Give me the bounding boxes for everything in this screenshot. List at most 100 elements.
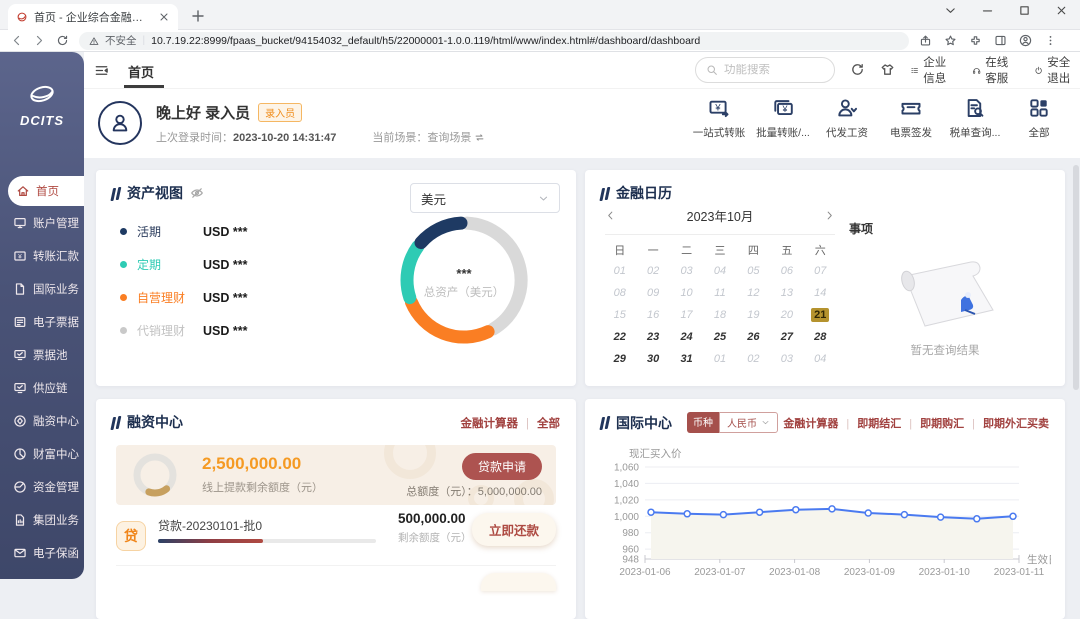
- function-search[interactable]: [695, 57, 835, 83]
- calendar-day[interactable]: 03: [670, 262, 703, 279]
- window-minimize-button[interactable]: [981, 4, 994, 17]
- calendar-day[interactable]: 06: [770, 262, 803, 279]
- calendar-day[interactable]: 30: [636, 350, 669, 367]
- window-close-button[interactable]: [1055, 4, 1068, 17]
- address-bar[interactable]: 不安全 | 10.7.19.22:8999/fpaas_bucket/94154…: [79, 32, 909, 50]
- quick-action[interactable]: 电票签发: [882, 97, 940, 140]
- sidebar-item[interactable]: 集团业务: [0, 503, 84, 536]
- bookmark-star-icon[interactable]: [944, 34, 957, 47]
- share-icon[interactable]: [919, 34, 932, 47]
- profile-avatar-icon[interactable]: [1019, 34, 1032, 47]
- menu-fold-icon[interactable]: [94, 63, 109, 78]
- calendar-day[interactable]: 03: [770, 350, 803, 367]
- content-scrollbar[interactable]: [1073, 165, 1079, 390]
- header-link[interactable]: 在线客服: [972, 54, 1018, 86]
- calendar-day[interactable]: 04: [804, 350, 837, 367]
- sidebar-item[interactable]: 首页: [8, 176, 84, 206]
- sidebar-item[interactable]: 供应链: [0, 371, 84, 404]
- calendar-day[interactable]: 02: [737, 350, 770, 367]
- theme-skin-icon[interactable]: [880, 62, 895, 77]
- sidebar-item[interactable]: 票据池: [0, 338, 84, 371]
- next-row-button-partial[interactable]: [481, 573, 556, 591]
- calendar-day[interactable]: 24: [670, 328, 703, 345]
- reload-icon[interactable]: [56, 34, 69, 47]
- calendar-day[interactable]: 22: [603, 328, 636, 345]
- calendar-day[interactable]: 08: [603, 284, 636, 301]
- calendar-day[interactable]: 05: [737, 262, 770, 279]
- next-month-icon[interactable]: [824, 210, 835, 221]
- calendar-day[interactable]: 01: [703, 350, 736, 367]
- calendar-day[interactable]: 16: [636, 306, 669, 323]
- calendar-day[interactable]: 31: [670, 350, 703, 367]
- financing-link[interactable]: 全部: [518, 415, 560, 431]
- currency-kind-select[interactable]: 币种 人民币: [687, 412, 778, 433]
- calendar-day[interactable]: 28: [804, 328, 837, 345]
- sidebar-item[interactable]: 账户管理: [0, 206, 84, 239]
- new-tab-button[interactable]: [190, 8, 206, 24]
- sidebar-item[interactable]: 电子票据: [0, 305, 84, 338]
- quick-action[interactable]: 全部: [1010, 97, 1068, 140]
- calendar-day[interactable]: 09: [636, 284, 669, 301]
- header-tab-home[interactable]: 首页: [128, 62, 154, 81]
- quick-action[interactable]: 代发工资: [818, 97, 876, 140]
- calendar-day[interactable]: 17: [670, 306, 703, 323]
- sidebar-item[interactable]: 资金管理: [0, 470, 84, 503]
- header-link[interactable]: 安全退出: [1034, 54, 1080, 86]
- sidebar-item-icon: [16, 184, 30, 198]
- refresh-icon[interactable]: [850, 62, 865, 77]
- quick-action[interactable]: 税单查询...: [946, 97, 1004, 140]
- tab-close-icon[interactable]: [158, 11, 170, 23]
- currency-select[interactable]: 美元: [410, 183, 560, 213]
- sidebar-item-label: 财富中心: [33, 446, 79, 462]
- quick-action[interactable]: ¥ 批量转账/...: [754, 97, 812, 140]
- calendar-day[interactable]: 27: [770, 328, 803, 345]
- currency-kind-label: 币种: [687, 412, 719, 433]
- browser-menu-icon[interactable]: [1044, 34, 1057, 47]
- eye-off-icon[interactable]: [190, 186, 204, 200]
- calendar-day[interactable]: 21: [804, 306, 837, 323]
- sidebar-item[interactable]: 国际业务: [0, 272, 84, 305]
- repay-now-button[interactable]: 立即还款: [472, 513, 556, 546]
- loan-apply-button[interactable]: 贷款申请: [462, 453, 542, 480]
- intl-link[interactable]: 即期结汇: [838, 415, 901, 431]
- calendar-day[interactable]: 18: [703, 306, 736, 323]
- sidebar-item[interactable]: 电子保函: [0, 536, 84, 569]
- calendar-day[interactable]: 01: [603, 262, 636, 279]
- prev-month-icon[interactable]: [605, 210, 616, 221]
- calendar-day[interactable]: 04: [703, 262, 736, 279]
- extensions-icon[interactable]: [969, 34, 982, 47]
- calendar-day[interactable]: 11: [703, 284, 736, 301]
- calendar-day[interactable]: 25: [703, 328, 736, 345]
- forward-icon[interactable]: [33, 34, 46, 47]
- calendar-day[interactable]: 07: [804, 262, 837, 279]
- intl-link[interactable]: 金融计算器: [783, 415, 838, 431]
- header-link[interactable]: 企业信息: [910, 54, 956, 86]
- intl-link[interactable]: 即期购汇: [901, 415, 964, 431]
- calendar-day[interactable]: 19: [737, 306, 770, 323]
- calendar-day[interactable]: 13: [770, 284, 803, 301]
- window-chevron-icon[interactable]: [944, 4, 957, 17]
- financing-link[interactable]: 金融计算器: [461, 415, 519, 431]
- calendar-day[interactable]: 10: [670, 284, 703, 301]
- calendar-day[interactable]: 20: [770, 306, 803, 323]
- search-input[interactable]: [724, 64, 814, 76]
- calendar-day[interactable]: 14: [804, 284, 837, 301]
- calendar-day[interactable]: 02: [636, 262, 669, 279]
- sidebar-item[interactable]: 融资中心: [0, 404, 84, 437]
- quick-action[interactable]: ¥ 一站式转账: [690, 97, 748, 140]
- back-icon[interactable]: [10, 34, 23, 47]
- sidebar-item[interactable]: ¥ 转账汇款: [0, 239, 84, 272]
- window-maximize-button[interactable]: [1018, 4, 1031, 17]
- calendar-day[interactable]: 12: [737, 284, 770, 301]
- calendar-day[interactable]: 29: [603, 350, 636, 367]
- sidebar-item[interactable]: 财富中心: [0, 437, 84, 470]
- side-panel-icon[interactable]: [994, 34, 1007, 47]
- switch-scene-icon[interactable]: [474, 132, 485, 143]
- calendar-weekdays: 日一二三四五六: [603, 242, 837, 258]
- calendar-day[interactable]: 15: [603, 306, 636, 323]
- browser-tab[interactable]: 首页 - 企业综合金融服务平台: [8, 4, 178, 30]
- calendar-day[interactable]: 26: [737, 328, 770, 345]
- legend-dot: [120, 228, 127, 235]
- calendar-day[interactable]: 23: [636, 328, 669, 345]
- intl-link[interactable]: 即期外汇买卖: [964, 415, 1049, 431]
